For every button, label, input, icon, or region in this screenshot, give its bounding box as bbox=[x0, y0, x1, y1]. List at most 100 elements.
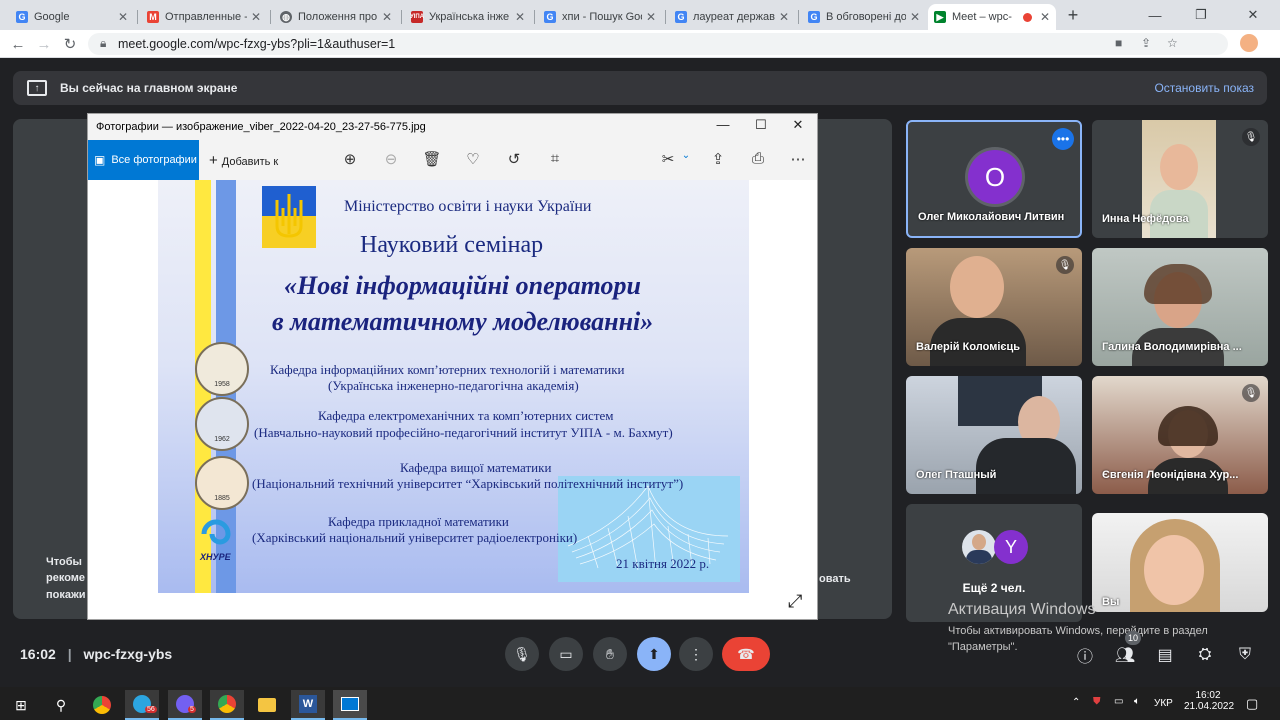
chrome-icon[interactable] bbox=[85, 690, 119, 720]
participant-tile[interactable]: О ••• Олег Миколайович Литвин bbox=[906, 120, 1082, 238]
tab-gmail[interactable]: M Отправленные - ✕ bbox=[141, 4, 267, 30]
activities-icon[interactable]: ⛭ bbox=[1194, 644, 1216, 666]
tab-khpi-search[interactable]: Gхпи - Пошук Goo ✕ bbox=[538, 4, 662, 30]
security-icon[interactable]: ⛊ bbox=[1093, 696, 1101, 707]
reload-icon[interactable]: ↻ bbox=[60, 34, 80, 54]
participant-name: Євгенія Леонідівна Хур... bbox=[1102, 469, 1239, 481]
tab-google[interactable]: G Google ✕ bbox=[10, 4, 134, 30]
close-icon[interactable]: ✕ bbox=[251, 10, 261, 24]
close-icon[interactable]: ✕ bbox=[646, 10, 656, 24]
mic-off-icon: 🎙︎ bbox=[1056, 256, 1074, 274]
photos-title-bar: Фотографии — изображение_viber_2022-04-2… bbox=[88, 114, 817, 140]
address-bar[interactable]: 🔒︎ meet.google.com/wpc-fzxg-ybs?pli=1&au… bbox=[88, 33, 1228, 55]
camera-icon[interactable]: ■ bbox=[1115, 36, 1122, 50]
dept-2-name: Кафедра електромеханічних та комп’ютерни… bbox=[318, 408, 614, 423]
system-clock[interactable]: 16:02 21.04.2022 bbox=[1184, 690, 1234, 712]
crop-icon[interactable]: ⌗ bbox=[545, 150, 565, 167]
rotate-icon[interactable]: ↺ bbox=[504, 150, 524, 168]
add-to-button[interactable]: + Добавить к bbox=[209, 152, 278, 169]
chevron-up-icon[interactable]: ⌃ bbox=[1072, 697, 1080, 708]
close-icon[interactable]: ✕ bbox=[515, 10, 525, 24]
share-icon[interactable]: ⇪ bbox=[1141, 36, 1151, 50]
self-view-tile[interactable]: Вы bbox=[1092, 513, 1268, 612]
leave-call-button[interactable]: ☎︎ bbox=[722, 637, 770, 671]
tab-meet[interactable]: ▶ Meet – wpc- ✕ bbox=[928, 4, 1056, 30]
participant-name: Галина Володимирівна ... bbox=[1102, 341, 1242, 353]
url-text[interactable]: meet.google.com/wpc-fzxg-ybs?pli=1&authu… bbox=[118, 37, 395, 51]
photos-icon[interactable] bbox=[333, 690, 367, 720]
google-icon: G bbox=[544, 11, 556, 23]
network-icon[interactable]: ▭ bbox=[1114, 696, 1123, 707]
print-icon[interactable]: ⎙ bbox=[748, 150, 768, 167]
share-icon[interactable]: ⇪ bbox=[708, 150, 728, 168]
close-button[interactable]: ✕ bbox=[778, 117, 818, 137]
minimize-button[interactable]: — bbox=[1132, 0, 1178, 30]
raise-hand-button[interactable]: ✋︎ bbox=[593, 637, 627, 671]
maximize-button[interactable]: ☐ bbox=[741, 117, 781, 137]
zoom-in-icon[interactable]: ⊕ bbox=[340, 150, 360, 168]
participant-tile[interactable]: 🎙︎ Євгенія Леонідівна Хур... bbox=[1092, 376, 1268, 494]
recording-dot-icon bbox=[1022, 12, 1032, 22]
delete-icon[interactable]: 🗑︎ bbox=[422, 150, 442, 168]
close-icon[interactable]: ✕ bbox=[779, 10, 789, 24]
minimize-button[interactable]: — bbox=[703, 117, 743, 137]
favorite-heart-icon[interactable]: ♡ bbox=[463, 150, 483, 168]
more-options-icon[interactable]: ⋯ bbox=[788, 150, 808, 168]
language-indicator[interactable]: УКР bbox=[1154, 698, 1173, 709]
dept-2-org: (Навчально-науковий професійно-педагогіч… bbox=[254, 425, 673, 440]
tab-polozhennia[interactable]: ◍ Положення про ✕ bbox=[274, 4, 398, 30]
new-tab-plus-icon[interactable]: + bbox=[1058, 0, 1088, 30]
chevron-down-icon[interactable]: ⌄ bbox=[676, 150, 696, 161]
word-icon[interactable]: W bbox=[291, 690, 325, 720]
close-window-button[interactable]: ✕ bbox=[1230, 0, 1276, 30]
people-icon[interactable]: 👥︎ bbox=[1114, 644, 1136, 666]
video-feed bbox=[950, 256, 1004, 318]
close-icon[interactable]: ✕ bbox=[910, 10, 920, 24]
tab-uipa[interactable]: УІПА Українська інже ✕ bbox=[405, 4, 531, 30]
volume-icon[interactable]: 🔈︎ bbox=[1134, 696, 1140, 707]
chat-icon[interactable]: ▤ bbox=[1154, 644, 1176, 666]
telegram-badge: 56 bbox=[145, 706, 157, 713]
bookmark-star-icon[interactable]: ☆ bbox=[1167, 36, 1178, 50]
microphone-button[interactable]: 🎙︎ bbox=[505, 637, 539, 671]
hang-up-icon: ☎︎ bbox=[737, 645, 755, 662]
back-arrow-icon[interactable]: ← bbox=[8, 34, 28, 54]
viber-icon[interactable]: 5 bbox=[168, 690, 202, 720]
file-explorer-icon[interactable] bbox=[250, 690, 284, 720]
tab-laureat[interactable]: Gлауреат держав ✕ bbox=[669, 4, 795, 30]
forward-arrow-icon[interactable]: → bbox=[34, 34, 54, 54]
all-photos-button[interactable]: ▣ Все фотографии bbox=[88, 140, 199, 180]
close-icon[interactable]: ✕ bbox=[382, 10, 392, 24]
maximize-button[interactable]: ❐ bbox=[1178, 0, 1224, 30]
tab-obhovorenni[interactable]: GВ обговорені до ✕ bbox=[802, 4, 926, 30]
photos-toolbar: ▣ Все фотографии + Добавить к ⊕ ⊖ 🗑︎ ♡ ↺ ⌗… bbox=[88, 140, 817, 180]
close-icon[interactable]: ✕ bbox=[1040, 10, 1050, 24]
stop-presenting-button[interactable]: Остановить показ bbox=[1154, 81, 1254, 95]
ministry-text: Міністерство освіти і науки України bbox=[344, 198, 592, 215]
lock-icon[interactable]: 🔒︎ bbox=[100, 36, 106, 51]
hidden-notice-text: рекоме bbox=[46, 572, 86, 584]
telegram-icon[interactable]: 56 bbox=[125, 690, 159, 720]
participant-tile[interactable]: Галина Володимирівна ... bbox=[1092, 248, 1268, 366]
more-options-button[interactable]: ⋮ bbox=[679, 637, 713, 671]
participant-name: Олег Миколайович Литвин bbox=[918, 211, 1065, 223]
chrome-icon[interactable] bbox=[210, 690, 244, 720]
more-options-icon[interactable]: ••• bbox=[1052, 128, 1074, 150]
zoom-out-icon[interactable]: ⊖ bbox=[381, 150, 401, 168]
close-icon[interactable]: ✕ bbox=[118, 10, 128, 24]
profile-avatar[interactable] bbox=[1240, 34, 1258, 52]
present-now-button[interactable]: ⬆ bbox=[637, 637, 671, 671]
camera-button[interactable]: ▭ bbox=[549, 637, 583, 671]
edit-enhance-icon[interactable]: ✂ bbox=[658, 150, 678, 168]
search-icon[interactable]: ⚲ bbox=[44, 690, 78, 720]
fullscreen-expand-icon[interactable]: ⤢ bbox=[788, 591, 802, 612]
meeting-details-icon[interactable]: ⓘ bbox=[1074, 644, 1096, 666]
participant-tile[interactable]: 🎙︎ Инна Нефёдова bbox=[1092, 120, 1268, 238]
bakhmut-institute-seal-logo: 1962 bbox=[195, 397, 249, 451]
notifications-icon[interactable]: ▢ bbox=[1246, 696, 1258, 712]
dept-4-org: (Харківський національний університет ра… bbox=[252, 530, 578, 545]
host-controls-shield-icon[interactable]: ⛨ bbox=[1234, 644, 1256, 666]
participant-tile[interactable]: 🎙︎ Валерій Коломієць bbox=[906, 248, 1082, 366]
participant-tile[interactable]: Олег Пташный bbox=[906, 376, 1082, 494]
windows-start-icon[interactable]: ⊞ bbox=[4, 690, 38, 720]
